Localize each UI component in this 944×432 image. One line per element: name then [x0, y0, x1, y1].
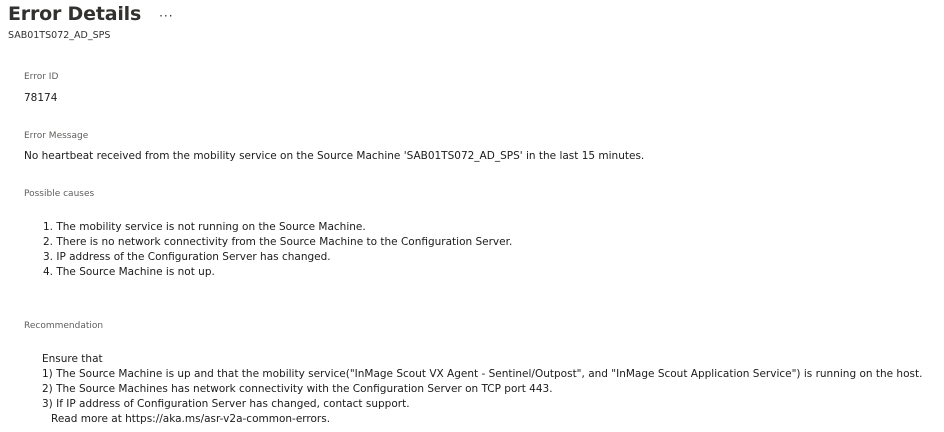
page-title: Error Details [8, 3, 142, 25]
title-row: Error Details ··· [8, 2, 174, 28]
list-item: 4. The Source Machine is not up. [43, 266, 215, 278]
possible-causes-label: Possible causes [24, 189, 95, 199]
recommendation-label: Recommendation [24, 321, 104, 331]
list-item: 1) The Source Machine is up and that the… [42, 368, 923, 380]
more-options-icon[interactable]: ··· [159, 4, 173, 28]
list-item: 2. There is no network connectivity from… [43, 236, 513, 248]
error-message-value: No heartbeat received from the mobility … [24, 150, 645, 162]
error-details-panel: Error Details ··· SAB01TS072_AD_SPS Erro… [0, 0, 944, 432]
read-more-text: Read more at https://aka.ms/asr-v2a-comm… [51, 413, 331, 425]
panel-header: Error Details ··· SAB01TS072_AD_SPS [8, 2, 174, 42]
error-message-label: Error Message [24, 131, 89, 141]
list-item: 1. The mobility service is not running o… [43, 221, 366, 233]
error-id-label: Error ID [24, 72, 59, 82]
recommendation-intro: Ensure that [42, 353, 103, 365]
recommendation-text: Ensure that 1) The Source Machine is up … [42, 352, 922, 427]
list-item: 3. IP address of the Configuration Serve… [43, 251, 331, 263]
page-subtitle: SAB01TS072_AD_SPS [8, 30, 111, 41]
list-item: 2) The Source Machines has network conne… [42, 383, 553, 395]
possible-causes-list: 1. The mobility service is not running o… [43, 220, 512, 280]
list-item: 3) If IP address of Configuration Server… [42, 398, 410, 410]
error-id-value: 78174 [24, 92, 58, 104]
